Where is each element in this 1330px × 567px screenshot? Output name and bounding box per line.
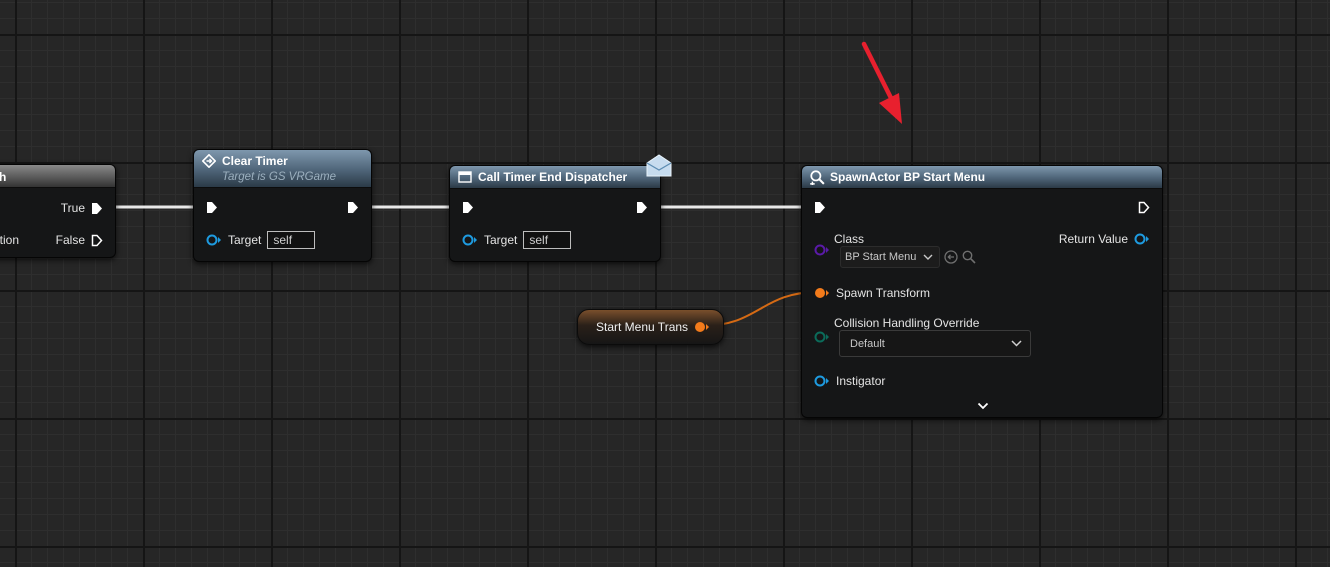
object-pin-icon[interactable] bbox=[462, 234, 478, 246]
clear-timer-subtitle: Target is GS VRGame bbox=[222, 171, 336, 183]
exec-in-icon[interactable] bbox=[206, 201, 218, 214]
instigator-pin[interactable]: Instigator bbox=[814, 374, 885, 388]
call-dispatcher-target-pin[interactable]: Target self bbox=[462, 231, 572, 249]
enum-pin-icon[interactable] bbox=[814, 331, 830, 343]
class-pin-label: Class bbox=[834, 232, 865, 246]
class-dropdown[interactable]: BP Start Menu bbox=[840, 246, 940, 268]
exec-in-icon[interactable] bbox=[814, 201, 826, 214]
search-icon[interactable] bbox=[962, 250, 976, 264]
function-diamond-icon bbox=[202, 154, 216, 168]
spawn-transform-pin[interactable]: Spawn Transform bbox=[814, 286, 930, 300]
call-dispatcher-header[interactable]: Call Timer End Dispatcher bbox=[450, 166, 660, 189]
dispatcher-window-icon bbox=[458, 171, 472, 183]
object-pin-icon[interactable] bbox=[1134, 233, 1150, 245]
class-dropdown-value: BP Start Menu bbox=[845, 251, 917, 263]
struct-pin-icon[interactable] bbox=[814, 287, 830, 299]
branch-node[interactable]: h True ition False bbox=[0, 164, 116, 258]
branch-node-title: h bbox=[0, 170, 7, 184]
branch-node-header[interactable]: h bbox=[0, 165, 115, 188]
envelope-icon bbox=[646, 154, 672, 177]
clear-timer-node[interactable]: Clear Timer Target is GS VRGame Target s… bbox=[193, 149, 372, 262]
exec-out-icon[interactable] bbox=[636, 201, 648, 214]
object-pin-icon[interactable] bbox=[206, 234, 222, 246]
exec-out-icon[interactable] bbox=[347, 201, 359, 214]
collision-dropdown[interactable]: Default bbox=[839, 330, 1031, 357]
collision-dropdown-value: Default bbox=[850, 337, 885, 350]
call-dispatcher-title: Call Timer End Dispatcher bbox=[478, 170, 628, 184]
chevron-down-icon bbox=[923, 254, 933, 260]
return-value-pin[interactable]: Return Value bbox=[1059, 232, 1150, 246]
clear-timer-target-value[interactable]: self bbox=[267, 231, 316, 249]
clear-timer-header[interactable]: Clear Timer Target is GS VRGame bbox=[194, 150, 371, 188]
branch-condition-label: ition bbox=[0, 233, 20, 247]
spawn-actor-title: SpawnActor BP Start Menu bbox=[830, 170, 986, 184]
exec-out-empty-icon[interactable] bbox=[91, 234, 103, 247]
exec-out-icon[interactable] bbox=[91, 202, 103, 215]
clear-timer-target-pin[interactable]: Target self bbox=[206, 231, 316, 249]
spawn-actor-icon bbox=[810, 170, 825, 185]
return-value-label: Return Value bbox=[1058, 232, 1128, 246]
spawn-actor-header[interactable]: SpawnActor BP Start Menu bbox=[802, 166, 1162, 189]
branch-condition-pin[interactable]: ition bbox=[0, 233, 19, 247]
call-dispatcher-target-label: Target bbox=[484, 233, 518, 247]
chevron-down-icon bbox=[1011, 340, 1022, 347]
clear-timer-target-label: Target bbox=[228, 233, 262, 247]
start-menu-trans-variable[interactable]: Start Menu Trans bbox=[577, 309, 724, 345]
start-menu-trans-label: Start Menu Trans bbox=[596, 320, 689, 334]
exec-out-empty-icon[interactable] bbox=[1138, 201, 1150, 214]
call-dispatcher-node[interactable]: Call Timer End Dispatcher Target self bbox=[449, 154, 672, 262]
call-dispatcher-target-value[interactable]: self bbox=[523, 231, 572, 249]
expand-chevron-icon[interactable] bbox=[977, 402, 989, 410]
browse-arrow-icon[interactable] bbox=[944, 250, 958, 264]
clear-timer-title: Clear Timer bbox=[222, 154, 288, 168]
annotation-arrow bbox=[861, 41, 902, 124]
branch-true-pin[interactable]: True bbox=[61, 201, 103, 215]
branch-false-label: False bbox=[55, 233, 85, 247]
instigator-label: Instigator bbox=[836, 374, 886, 388]
exec-in-icon[interactable] bbox=[462, 201, 474, 214]
collision-label: Collision Handling Override bbox=[834, 316, 980, 330]
class-pin-icon[interactable] bbox=[814, 244, 830, 256]
struct-pin-icon[interactable] bbox=[694, 321, 710, 333]
branch-false-pin[interactable]: False bbox=[56, 233, 103, 247]
object-pin-icon[interactable] bbox=[814, 375, 830, 387]
branch-true-label: True bbox=[60, 201, 85, 215]
spawn-actor-node[interactable]: SpawnActor BP Start Menu Class BP Start … bbox=[801, 165, 1163, 418]
spawn-transform-label: Spawn Transform bbox=[836, 286, 931, 300]
